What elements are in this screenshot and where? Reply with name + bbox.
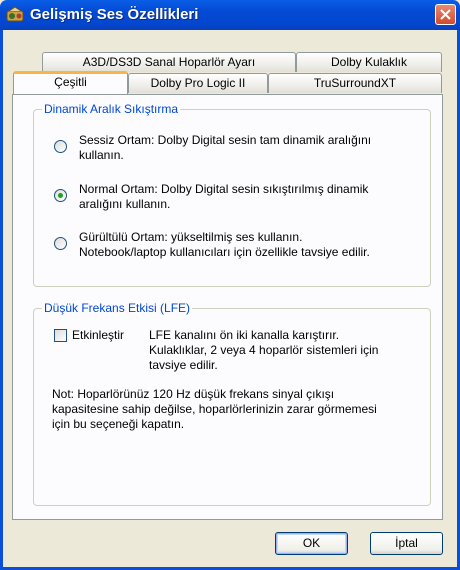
ok-button[interactable]: OK bbox=[275, 532, 348, 555]
window-title: Gelişmiş Ses Özellikleri bbox=[30, 6, 199, 23]
lfe-desc-line1: LFE kanalını ön iki kanalla karıştırır. bbox=[149, 328, 340, 342]
lfe-enable-label[interactable]: Etkinleştir bbox=[72, 328, 124, 343]
radio-noisy-label-line2: Notebook/laptop kullanıcıları için özell… bbox=[79, 245, 370, 259]
window-frame-left bbox=[0, 30, 3, 570]
radio-quiet[interactable] bbox=[54, 140, 67, 153]
close-icon bbox=[440, 9, 451, 20]
radio-noisy-label-line1: Gürültülü Ortam: yükseltilmiş ses kullan… bbox=[79, 230, 303, 244]
tab-label: A3D/DS3D Sanal Hoparlör Ayarı bbox=[82, 55, 256, 69]
tab-label: TruSurroundXT bbox=[313, 76, 397, 90]
cancel-button-label: İptal bbox=[395, 536, 418, 550]
drc-group: Dinamik Aralık Sıkıştırma Sessiz Ortam: … bbox=[33, 102, 431, 287]
radio-normal[interactable] bbox=[54, 189, 67, 202]
tab-panel-cesitli: Dinamik Aralık Sıkıştırma Sessiz Ortam: … bbox=[12, 94, 443, 520]
lfe-note-line1: Not: Hoparlörünüz 120 Hz düşük frekans s… bbox=[52, 387, 335, 401]
drc-legend: Dinamik Aralık Sıkıştırma bbox=[42, 102, 181, 116]
radio-noisy[interactable] bbox=[54, 237, 67, 250]
close-button[interactable] bbox=[435, 4, 456, 25]
tab-label: Çeşitli bbox=[54, 75, 87, 89]
radio-quiet-label-line2: kullanın. bbox=[79, 148, 124, 162]
tab-trusurround[interactable]: TruSurroundXT bbox=[268, 73, 442, 93]
ok-button-label: OK bbox=[302, 536, 321, 550]
tab-label: Dolby Kulaklık bbox=[330, 55, 408, 69]
radio-normal-label-line2: aralığını kullanın. bbox=[79, 197, 171, 211]
tab-label: Dolby Pro Logic II bbox=[150, 76, 246, 90]
tab-dolby-headphone[interactable]: Dolby Kulaklık bbox=[296, 52, 442, 72]
lfe-group: Düşük Frekans Etkisi (LFE) Etkinleştir L… bbox=[33, 301, 431, 506]
lfe-note-line2: kapasitesine sahip değilse, hoparlörleri… bbox=[52, 402, 377, 416]
radio-normal-label-line1: Normal Ortam: Dolby Digital sesin sıkışt… bbox=[79, 182, 369, 196]
radio-selected-dot bbox=[58, 193, 63, 198]
radio-quiet-label-line1: Sessiz Ortam: Dolby Digital sesin tam di… bbox=[79, 133, 372, 147]
lfe-desc-line3: tavsiye edilir. bbox=[149, 358, 218, 372]
tab-cesitli[interactable]: Çeşitli bbox=[13, 71, 128, 94]
lfe-legend: Düşük Frekans Etkisi (LFE) bbox=[42, 301, 193, 315]
tab-dolby-pro-logic[interactable]: Dolby Pro Logic II bbox=[128, 73, 268, 93]
title-bar[interactable]: Gelişmiş Ses Özellikleri bbox=[0, 0, 460, 30]
cancel-button[interactable]: İptal bbox=[370, 532, 443, 555]
tab-a3d-ds3d[interactable]: A3D/DS3D Sanal Hoparlör Ayarı bbox=[42, 52, 296, 72]
lfe-desc-line2: Kulaklıklar, 2 veya 4 hoparlör sistemler… bbox=[149, 343, 379, 357]
speaker-app-icon bbox=[6, 6, 24, 22]
lfe-enable-checkbox[interactable] bbox=[54, 329, 67, 342]
lfe-note-line3: için bu seçeneği kapatın. bbox=[52, 417, 185, 431]
